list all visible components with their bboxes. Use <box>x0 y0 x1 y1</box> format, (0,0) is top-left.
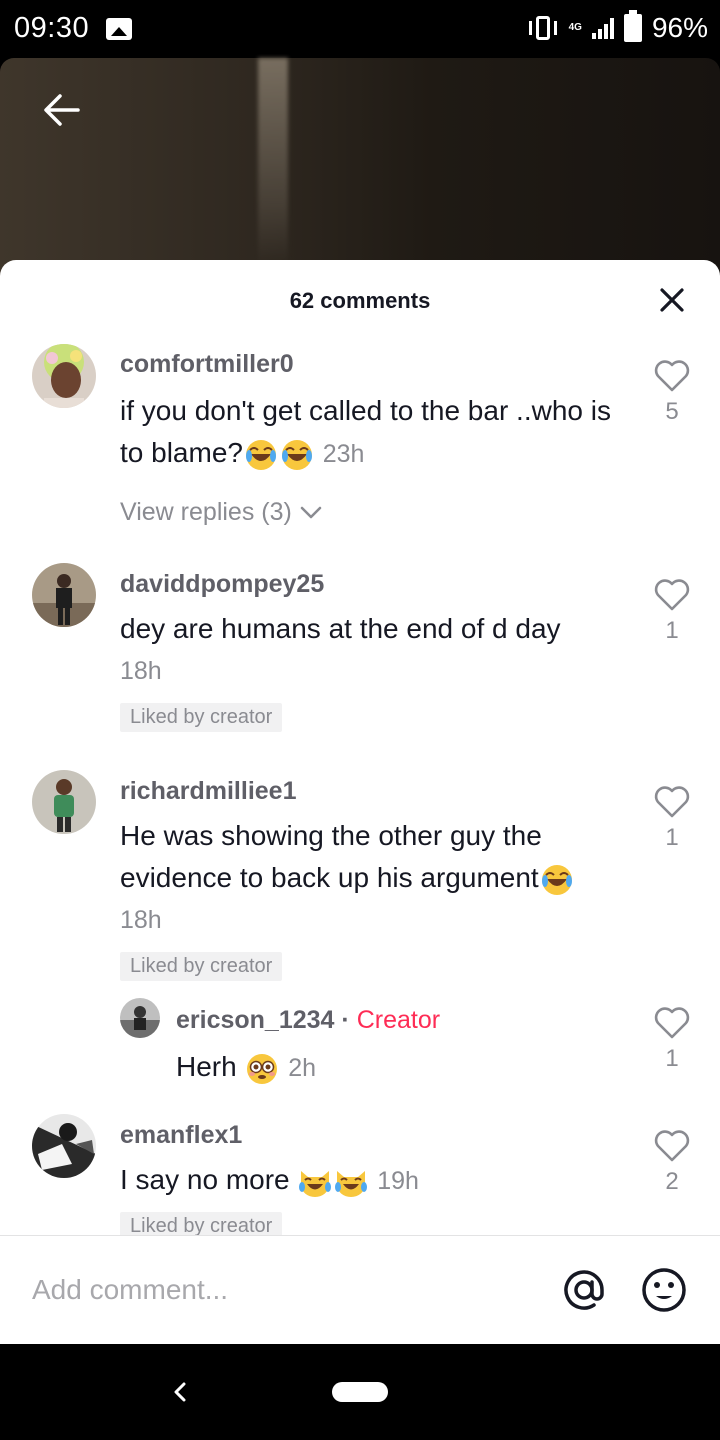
vibrate-icon <box>527 15 559 41</box>
liked-by-creator-badge: Liked by creator <box>120 703 283 732</box>
joy-emoji-icon <box>281 439 312 470</box>
status-time: 09:30 <box>14 12 90 44</box>
reply-time: 2h <box>288 1054 317 1082</box>
heart-icon[interactable] <box>654 359 690 393</box>
joy-cat-emoji-icon <box>299 1170 332 1197</box>
liked-by-creator-badge: Liked by creator <box>120 952 283 981</box>
gallery-notification-icon <box>106 18 132 40</box>
battery-percent: 96% <box>651 12 708 43</box>
comment-username[interactable]: daviddpompey25 <box>120 570 324 599</box>
comment-input-bar: Add comment... <box>0 1235 720 1344</box>
joy-emoji-icon <box>541 864 572 895</box>
comments-list[interactable]: 62 comments comfortmiller0 if you don't … <box>0 260 720 1235</box>
comment-time: 19h <box>377 1167 419 1195</box>
comments-sheet: 62 comments comfortmiller0 if you don't … <box>0 260 720 1344</box>
reply-username[interactable]: ericson_1234 <box>176 1006 334 1034</box>
network-type: 4G <box>568 22 582 33</box>
heart-icon[interactable] <box>654 578 690 612</box>
status-icons: 4G 96% <box>527 10 708 44</box>
avatar[interactable] <box>32 344 96 408</box>
emoji-face-icon[interactable] <box>640 1266 688 1314</box>
comment-time: 18h <box>120 657 162 685</box>
nav-home-pill[interactable] <box>332 1382 388 1402</box>
heart-icon[interactable] <box>654 1129 690 1163</box>
mention-at-icon[interactable] <box>560 1266 608 1314</box>
comment-text: He was showing the other guy the evidenc… <box>120 815 620 899</box>
creator-badge: Creator <box>356 1006 441 1034</box>
signal-icon <box>591 17 614 39</box>
close-icon[interactable] <box>657 285 687 315</box>
reply-text: Herh 2h <box>176 1046 676 1089</box>
comment-text: dey are humans at the end of d day <box>120 613 561 644</box>
reply-username-row: ericson_1234 · Creator <box>176 1006 440 1035</box>
comment-username[interactable]: richardmilliee1 <box>120 777 296 806</box>
like-count: 5 <box>665 398 679 425</box>
comment-time: 18h <box>120 906 162 934</box>
video-background <box>0 58 720 288</box>
status-bar: 09:30 4G 96% <box>0 0 720 58</box>
battery-icon <box>623 10 642 42</box>
comment-username[interactable]: comfortmiller0 <box>120 350 294 379</box>
joy-cat-emoji-icon <box>335 1170 368 1197</box>
avatar[interactable] <box>32 770 96 834</box>
comments-count-title: 62 comments <box>289 288 431 313</box>
avatar[interactable] <box>32 563 96 627</box>
comment-text: I say no more 19h <box>120 1159 620 1202</box>
comment-time: 23h <box>322 440 365 468</box>
comment-username[interactable]: emanflex1 <box>120 1121 242 1150</box>
joy-emoji-icon <box>245 439 276 470</box>
avatar[interactable] <box>32 1114 96 1178</box>
avatar[interactable] <box>120 998 160 1038</box>
heart-icon[interactable] <box>654 785 690 819</box>
liked-by-creator-badge: Liked by creator <box>120 1212 283 1235</box>
system-navigation-bar <box>0 1344 720 1440</box>
like-count: 1 <box>665 617 679 644</box>
separator-dot: · <box>341 1006 350 1034</box>
flushed-emoji-icon <box>247 1053 278 1084</box>
add-comment-input[interactable]: Add comment... <box>32 1274 228 1306</box>
back-arrow-icon[interactable] <box>40 88 84 132</box>
comment-text: if you don't get called to the bar ..who… <box>120 390 620 475</box>
view-replies-button[interactable]: View replies (3) <box>120 498 323 527</box>
like-count: 1 <box>665 1045 679 1072</box>
heart-icon[interactable] <box>654 1006 690 1040</box>
nav-back-icon[interactable] <box>166 1378 194 1406</box>
like-count: 1 <box>665 824 679 851</box>
chevron-down-icon <box>300 507 322 519</box>
like-count: 2 <box>665 1168 679 1195</box>
